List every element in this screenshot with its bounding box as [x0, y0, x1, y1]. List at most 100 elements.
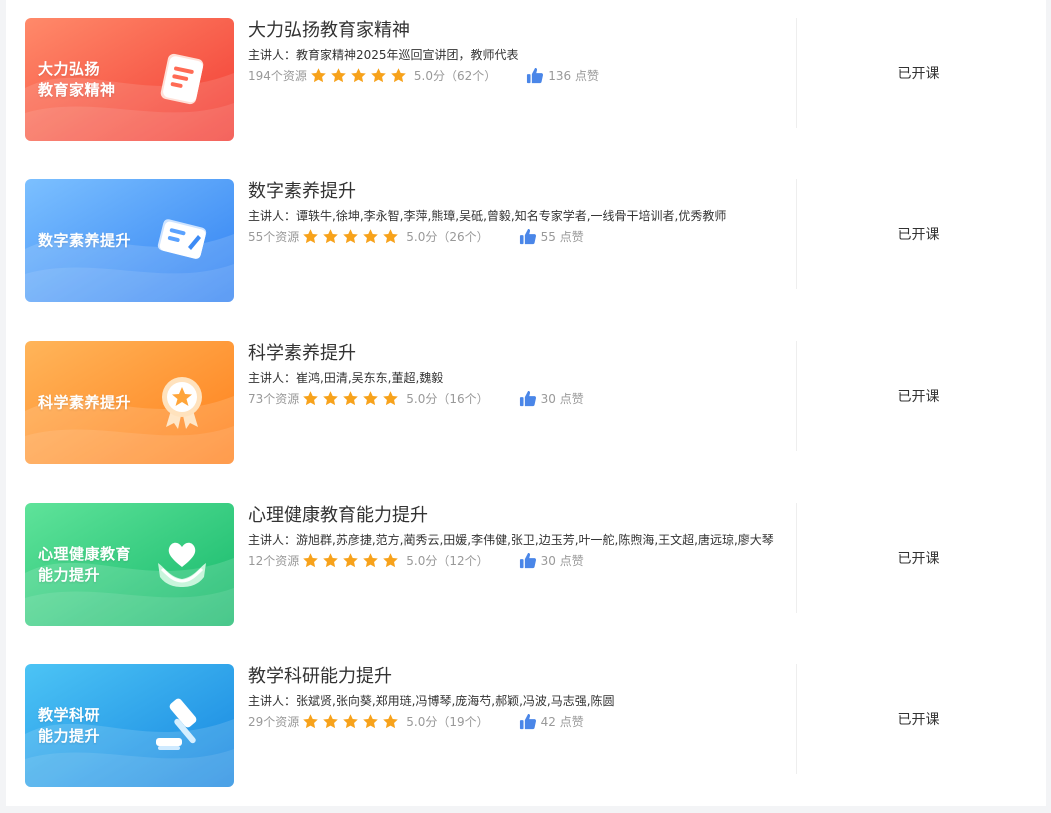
course-title[interactable]: 数字素养提升: [248, 179, 793, 205]
like-count: 30 点赞: [540, 391, 584, 406]
course-card: 心理健康教育 能力提升 心理健康教育能力提升 主讲人：游旭群,苏彦捷,范方,蔺秀…: [25, 503, 1035, 627]
rating-count: （26个）: [437, 229, 489, 244]
course-card: 大力弘扬 教育家精神 大力弘扬教育家精神 主讲人：教育家精神2025年巡回宣讲团…: [25, 18, 1035, 142]
rating-score: 5.0分: [406, 229, 438, 244]
course-status[interactable]: 已开课: [796, 18, 1041, 128]
course-cover[interactable]: 数字素养提升: [25, 179, 234, 302]
star-icon: [371, 67, 386, 82]
star-icon: [343, 228, 359, 243]
document-icon: [160, 53, 204, 105]
thumbs-up-icon: [519, 228, 536, 244]
course-meta: 194个资源 5.0分 （62个） 136 点赞: [248, 64, 793, 86]
course-cover[interactable]: 科学素养提升: [25, 341, 234, 464]
star-icon: [303, 713, 319, 728]
star-icon: [363, 228, 379, 243]
course-title[interactable]: 教学科研能力提升: [248, 664, 793, 690]
like-count: 55 点赞: [540, 229, 584, 244]
star-icon: [303, 552, 319, 567]
rating-score: 5.0分: [406, 714, 438, 729]
course-meta: 12个资源 5.0分 （12个） 30 点赞: [248, 549, 793, 571]
star-icon: [363, 390, 379, 405]
rating-count: （12个）: [437, 553, 489, 568]
star-icon: [323, 228, 339, 243]
rating-stars: [302, 552, 402, 569]
star-icon: [351, 67, 366, 82]
thumbs-up-icon: [519, 713, 536, 729]
star-icon: [383, 228, 399, 243]
course-card: 科学素养提升 科学素养提升 主讲人：崔鸿,田清,吴东东,董超,魏毅 73个资源: [25, 341, 1035, 465]
resource-count: 73个资源: [248, 391, 300, 406]
course-speaker: 主讲人：教育家精神2025年巡回宣讲团，教师代表: [248, 48, 519, 62]
course-speaker: 主讲人：游旭群,苏彦捷,范方,蔺秀云,田媛,李伟健,张卫,边玉芳,叶一舵,陈煦海…: [248, 533, 774, 547]
rating-score: 5.0分: [413, 68, 445, 83]
rating-count: （19个）: [437, 714, 489, 729]
course-meta: 29个资源 5.0分 （19个） 42 点赞: [248, 710, 793, 732]
course-cover[interactable]: 心理健康教育 能力提升: [25, 503, 234, 626]
star-icon: [383, 390, 399, 405]
rating-stars: [302, 713, 402, 730]
like-button[interactable]: 30 点赞: [519, 552, 584, 569]
resource-count: 55个资源: [248, 229, 300, 244]
resource-count: 194个资源: [248, 68, 307, 83]
rating-stars: [302, 228, 402, 245]
cover-title: 教学科研 能力提升: [38, 705, 101, 745]
rating-stars: [310, 67, 410, 84]
star-icon: [363, 713, 379, 728]
like-button[interactable]: 42 点赞: [519, 713, 584, 730]
course-info: 大力弘扬教育家精神 主讲人：教育家精神2025年巡回宣讲团，教师代表 194个资…: [248, 18, 793, 86]
course-title[interactable]: 科学素养提升: [248, 341, 793, 367]
star-icon: [343, 713, 359, 728]
thumbs-up-icon: [519, 390, 536, 406]
course-status[interactable]: 已开课: [796, 664, 1041, 774]
rating-score: 5.0分: [406, 553, 438, 568]
thumbs-up-icon: [519, 552, 536, 568]
course-cover[interactable]: 教学科研 能力提升: [25, 664, 234, 787]
course-info: 心理健康教育能力提升 主讲人：游旭群,苏彦捷,范方,蔺秀云,田媛,李伟健,张卫,…: [248, 503, 793, 571]
course-status[interactable]: 已开课: [796, 179, 1041, 289]
course-meta: 73个资源 5.0分 （16个） 30 点赞: [248, 387, 793, 409]
star-icon: [303, 228, 319, 243]
course-title[interactable]: 大力弘扬教育家精神: [248, 18, 793, 44]
star-icon: [391, 67, 406, 82]
like-count: 42 点赞: [540, 714, 584, 729]
course-speaker: 主讲人：谭轶牛,徐坤,李永智,李萍,熊璋,吴砥,曾毅,知名专家学者,一线骨干培训…: [248, 209, 727, 223]
certificate-card-icon: [157, 219, 207, 259]
star-icon: [311, 67, 326, 82]
course-status[interactable]: 已开课: [796, 503, 1041, 613]
course-title[interactable]: 心理健康教育能力提升: [248, 503, 793, 529]
star-icon: [303, 390, 319, 405]
course-info: 科学素养提升 主讲人：崔鸿,田清,吴东东,董超,魏毅 73个资源 5.0分 （1…: [248, 341, 793, 409]
star-icon: [363, 552, 379, 567]
rating-count: （62个）: [445, 68, 497, 83]
cover-title: 大力弘扬 教育家精神: [38, 59, 116, 99]
heart-hands-icon: [158, 542, 206, 587]
star-icon: [343, 552, 359, 567]
rating-stars: [302, 390, 402, 407]
cover-title: 心理健康教育 能力提升: [38, 544, 132, 584]
course-status[interactable]: 已开课: [796, 341, 1041, 451]
course-list-panel: 大力弘扬 教育家精神 大力弘扬教育家精神 主讲人：教育家精神2025年巡回宣讲团…: [6, 0, 1046, 806]
gavel-icon: [156, 698, 197, 750]
cover-title: 科学素养提升: [38, 393, 132, 411]
course-card: 教学科研 能力提升 教学科研能力提升 主讲人：张斌贤,张向葵,郑用琏,冯博琴,庞…: [25, 664, 1035, 788]
star-icon: [343, 390, 359, 405]
course-info: 数字素养提升 主讲人：谭轶牛,徐坤,李永智,李萍,熊璋,吴砥,曾毅,知名专家学者…: [248, 179, 793, 247]
cover-title: 数字素养提升: [38, 231, 132, 249]
rating-score: 5.0分: [406, 391, 438, 406]
course-info: 教学科研能力提升 主讲人：张斌贤,张向葵,郑用琏,冯博琴,庞海芍,郝颖,冯波,马…: [248, 664, 793, 732]
course-speaker: 主讲人：崔鸿,田清,吴东东,董超,魏毅: [248, 371, 444, 385]
course-speaker: 主讲人：张斌贤,张向葵,郑用琏,冯博琴,庞海芍,郝颖,冯波,马志强,陈圆: [248, 694, 615, 708]
thumbs-up-icon: [527, 67, 544, 83]
star-icon: [383, 552, 399, 567]
star-icon: [331, 67, 346, 82]
like-button[interactable]: 30 点赞: [519, 390, 584, 407]
like-button[interactable]: 55 点赞: [519, 228, 584, 245]
star-icon: [383, 713, 399, 728]
star-icon: [323, 552, 339, 567]
award-badge-icon: [162, 377, 202, 429]
star-icon: [323, 713, 339, 728]
rating-count: （16个）: [437, 391, 489, 406]
course-meta: 55个资源 5.0分 （26个） 55 点赞: [248, 225, 793, 247]
course-cover[interactable]: 大力弘扬 教育家精神: [25, 18, 234, 141]
like-button[interactable]: 136 点赞: [526, 67, 599, 84]
